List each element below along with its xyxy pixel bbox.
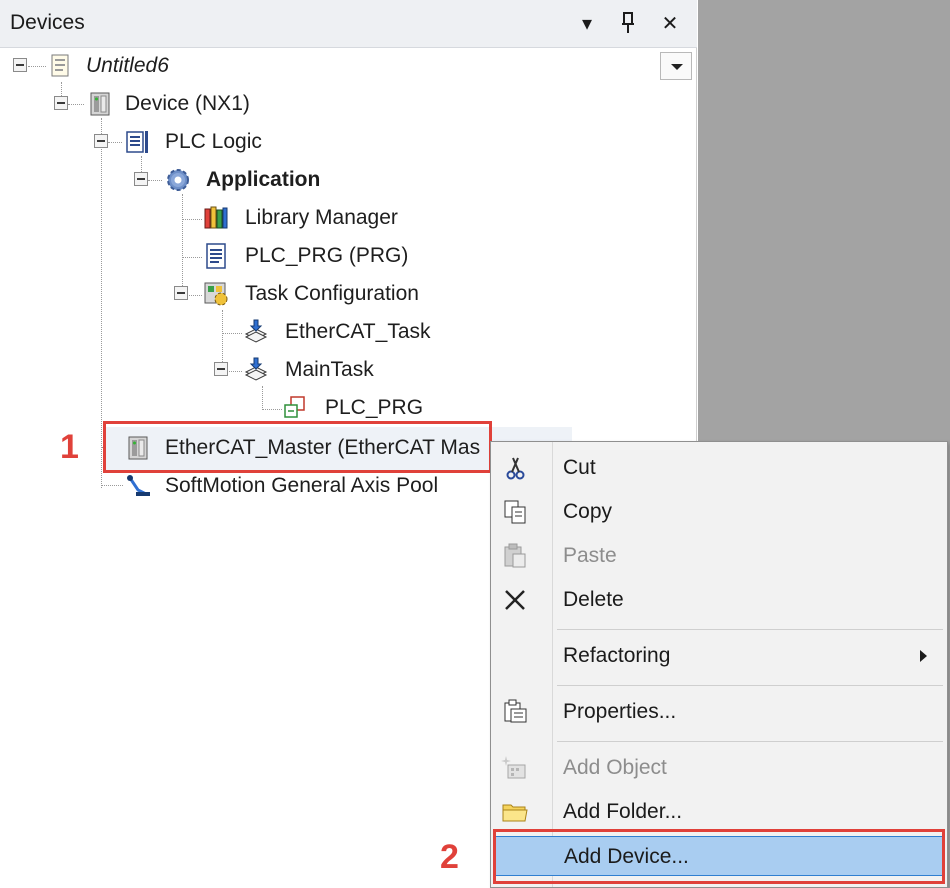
application-label: Application [206,168,321,191]
collapse-icon[interactable] [174,286,188,300]
delete-x-icon [505,590,525,610]
annotation-step-1: 1 [60,428,79,466]
tree-node-device[interactable]: Device (NX1) [0,86,400,122]
menu-item-paste[interactable]: Paste [495,536,945,576]
softmotion-pool-label: SoftMotion General Axis Pool [165,474,439,497]
scissors-icon [506,457,525,480]
task-configuration-icon [204,282,228,306]
menu-item-label: Add Folder... [563,800,683,823]
menu-item-label: Properties... [563,700,677,723]
annotation-step-2: 2 [440,838,459,876]
task-icon [244,319,268,343]
task-configuration-label: Task Configuration [245,282,419,305]
task-icon [244,357,268,381]
close-icon[interactable]: ✕ [655,8,685,38]
ethercat-task-label: EtherCAT_Task [285,320,431,343]
annotation-highlight-box-2 [493,829,945,884]
plc-prg-label: PLC_PRG (PRG) [245,244,409,267]
axis-pool-icon [127,475,150,496]
collapse-icon[interactable] [134,172,148,186]
pin-icon[interactable] [613,8,643,38]
menu-item-label: Copy [563,500,613,523]
project-label: Untitled6 [86,54,169,77]
paste-icon [504,543,526,568]
menu-item-properties[interactable]: Properties... [495,692,945,732]
program-icon [206,243,226,269]
annotation-highlight-box-1 [103,421,492,473]
menu-separator [557,685,943,686]
menu-item-label: Refactoring [563,644,671,667]
menu-item-label: Paste [563,544,617,567]
tree-node-main-task[interactable]: MainTask [0,352,440,388]
copy-icon [504,500,526,524]
collapse-icon[interactable] [54,96,68,110]
tree-node-project[interactable]: Untitled6 [0,48,400,84]
menu-item-label: Delete [563,588,624,611]
menu-separator [557,629,943,630]
panel-header: Devices ▾ ✕ [0,0,697,48]
tree-node-ethercat-task[interactable]: EtherCAT_Task [0,314,440,350]
menu-item-add-folder[interactable]: Add Folder... [495,792,945,832]
gear-icon [167,169,189,191]
tree-node-library-manager[interactable]: Library Manager [0,200,420,236]
properties-icon [504,699,527,723]
menu-item-label: Add Object [563,756,667,779]
menu-item-copy[interactable]: Copy [495,492,945,532]
dropdown-arrow-icon[interactable]: ▾ [572,8,602,38]
device-icon [90,92,110,116]
menu-item-cut[interactable]: Cut [495,448,945,488]
main-task-plc-prg-label: PLC_PRG [325,396,424,419]
panel-title: Devices [10,11,85,34]
context-menu: Cut Copy Paste Delete Refactoring Proper… [490,441,948,888]
menu-item-delete[interactable]: Delete [495,580,945,620]
tree-node-softmotion-pool[interactable]: SoftMotion General Axis Pool [0,468,480,504]
add-object-icon [501,756,526,779]
project-icon [51,54,69,77]
library-manager-label: Library Manager [245,206,398,229]
menu-item-label: Cut [563,456,596,479]
folder-icon [502,804,528,822]
menu-item-refactoring[interactable]: Refactoring [495,636,945,676]
device-label: Device (NX1) [125,92,250,115]
collapse-icon[interactable] [13,58,27,72]
collapse-icon[interactable] [214,362,228,376]
menu-item-add-object[interactable]: Add Object [495,748,945,788]
tree-node-plc-prg[interactable]: PLC_PRG (PRG) [0,238,420,274]
library-icon [204,206,228,229]
menu-separator [557,741,943,742]
collapse-icon[interactable] [94,134,108,148]
tree-node-application[interactable]: Application [0,162,400,198]
program-call-icon [284,396,305,418]
tree-node-plc-logic[interactable]: PLC Logic [0,124,400,160]
submenu-arrow-icon [920,650,927,662]
main-task-label: MainTask [285,358,374,381]
plc-logic-label: PLC Logic [165,130,262,153]
tree-node-task-configuration[interactable]: Task Configuration [0,276,440,312]
plc-logic-icon [126,131,148,153]
